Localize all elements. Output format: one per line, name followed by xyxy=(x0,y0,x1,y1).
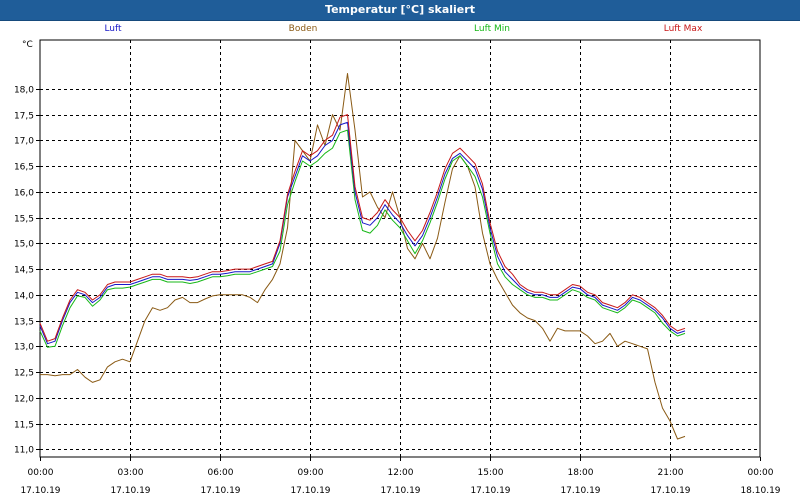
x-tick-time-label: 00:00 xyxy=(28,468,54,478)
y-tick-label: 14,5 xyxy=(14,266,34,276)
y-tick-label: 17,0 xyxy=(14,137,34,147)
y-tick-label: 13,0 xyxy=(14,343,34,353)
series-line-luft xyxy=(39,121,686,345)
y-axis-ticks: 18,0 17,5 17,0 16,5 16,0 15,5 15,0 14,5 14,0 13,5… xyxy=(14,86,40,456)
y-tick-label: 13,5 xyxy=(14,318,34,328)
x-tick-time-label: 03:00 xyxy=(118,468,144,478)
x-tick-date-label: 17.10.19 xyxy=(20,486,60,496)
y-tick-label: 18,0 xyxy=(14,86,34,96)
y-tick-label: 11,0 xyxy=(14,446,34,456)
x-tick-time-label: 09:00 xyxy=(298,468,324,478)
y-tick-label: 17,5 xyxy=(14,112,34,122)
x-tick-date-label: 18.10.19 xyxy=(740,486,780,496)
x-tick-time-label: 12:00 xyxy=(388,468,414,478)
x-tick-date-label: 17.10.19 xyxy=(200,486,240,496)
x-tick-date-label: 17.10.19 xyxy=(470,486,510,496)
series-line-boden xyxy=(40,73,686,440)
x-tick-time-label: 06:00 xyxy=(208,468,234,478)
y-tick-label: 11,5 xyxy=(14,421,34,431)
y-tick-label: 14,0 xyxy=(14,292,34,302)
x-tick-time-label: 21:00 xyxy=(658,468,684,478)
series-group xyxy=(39,73,686,440)
y-axis-unit-label: °C xyxy=(22,40,33,50)
x-tick-date-label: 17.10.19 xyxy=(650,486,690,496)
x-tick-time-label: 18:00 xyxy=(568,468,594,478)
series-line-luft-min xyxy=(39,129,686,348)
x-tick-date-label: 17.10.19 xyxy=(560,486,600,496)
y-tick-label: 16,5 xyxy=(14,163,34,173)
x-tick-time-label: 15:00 xyxy=(478,468,504,478)
y-tick-label: 15,5 xyxy=(14,215,34,225)
y-tick-label: 12,0 xyxy=(14,395,34,405)
x-tick-date-label: 17.10.19 xyxy=(380,486,420,496)
series-line-luft-max xyxy=(39,114,686,342)
x-tick-date-label: 17.10.19 xyxy=(110,486,150,496)
grid-lines xyxy=(39,39,761,458)
y-tick-label: 12,5 xyxy=(14,369,34,379)
x-tick-time-label: 00:00 xyxy=(748,468,774,478)
x-axis-ticks: 00:00 17.10.19 03:00 17.10.19 06:00 17.10.19 0… xyxy=(20,457,781,496)
y-tick-label: 15,0 xyxy=(14,240,34,250)
line-chart: °C 18,017,517,016,516,015,515,014,514,01… xyxy=(14,39,781,496)
y-tick-label: 16,0 xyxy=(14,189,34,199)
x-tick-date-label: 17.10.19 xyxy=(290,486,330,496)
